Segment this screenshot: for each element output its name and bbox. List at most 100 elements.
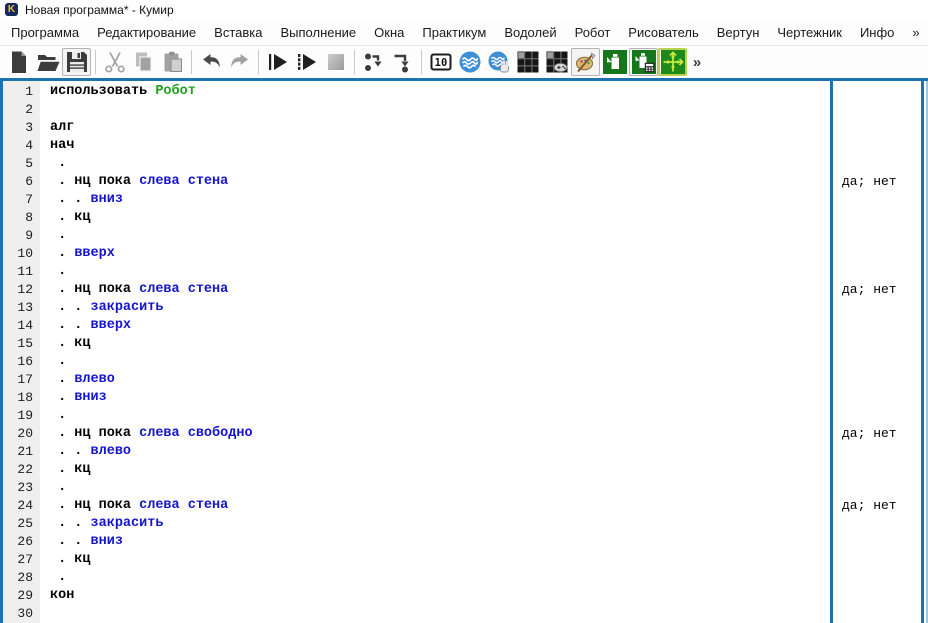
margin-column: да; нет да; нет да; нет да; нет <box>833 81 921 623</box>
menu-item-vstavka[interactable]: Вставка <box>205 21 271 44</box>
margin-line-empty <box>833 137 921 155</box>
margin-line-empty <box>833 515 921 533</box>
toolbar-toolbar-more-icon[interactable]: » <box>687 48 707 76</box>
code-line[interactable]: . . вверх <box>40 317 830 335</box>
toolbar-undo-icon[interactable] <box>196 48 225 76</box>
code-line[interactable]: . нц пока слева стена <box>40 497 830 515</box>
margin-marker: да; нет <box>842 174 897 189</box>
toolbar-new-file-icon[interactable] <box>4 48 33 76</box>
menu-item-vypolnenie[interactable]: Выполнение <box>271 21 365 44</box>
code-token-kw: . <box>50 570 67 585</box>
code-token-act: Робот <box>155 84 196 99</box>
line-number: 9 <box>25 228 33 243</box>
toolbar-run-icon[interactable] <box>263 48 292 76</box>
code-token-kw: . <box>50 156 67 171</box>
toolbar-step-over-icon[interactable] <box>359 48 388 76</box>
menu-item-chertezhnik[interactable]: Чертежник <box>768 21 851 44</box>
code-line[interactable]: . вниз <box>40 389 830 407</box>
line-number: 8 <box>25 210 33 225</box>
toolbar-counter-display-icon[interactable]: 10 <box>426 48 455 76</box>
menu-item-more[interactable]: » <box>903 21 928 44</box>
toolbar-redo-icon <box>225 48 254 76</box>
menu-item-okna[interactable]: Окна <box>365 21 413 44</box>
menu-item-praktikum[interactable]: Практикум <box>413 21 495 44</box>
code-line[interactable]: . кц <box>40 461 830 479</box>
code-area[interactable]: использовать Робот алг нач . . нц пока сле… <box>40 81 830 623</box>
code-token-kw: . <box>50 246 75 261</box>
code-line[interactable]: . <box>40 263 830 281</box>
margin-line-empty <box>833 245 921 263</box>
code-line[interactable]: кон <box>40 587 830 605</box>
margin-line-empty <box>833 191 921 209</box>
code-line[interactable]: . . вниз <box>40 533 830 551</box>
code-line[interactable]: . . закрасить <box>40 299 830 317</box>
code-line[interactable]: . <box>40 227 830 245</box>
window-edge <box>924 81 928 623</box>
title-bar: K Новая программа* - Кумир <box>0 0 928 19</box>
code-line[interactable]: . <box>40 155 830 173</box>
toolbar-separator <box>421 50 422 74</box>
code-line[interactable] <box>40 605 830 623</box>
toolbar-robot-control-icon[interactable] <box>542 48 571 76</box>
code-line[interactable]: . вверх <box>40 245 830 263</box>
line-number: 7 <box>25 192 33 207</box>
line-number: 19 <box>17 408 33 423</box>
margin-line-empty <box>833 389 921 407</box>
code-token-kw: . <box>50 228 67 243</box>
menu-item-vodoley[interactable]: Водолей <box>495 21 565 44</box>
code-line[interactable]: . <box>40 479 830 497</box>
code-line[interactable]: использовать Робот <box>40 83 830 101</box>
menu-item-redaktirovanie[interactable]: Редактирование <box>88 21 205 44</box>
menu-item-robot[interactable]: Робот <box>566 21 620 44</box>
line-number: 26 <box>17 534 33 549</box>
line-number: 2 <box>25 102 33 117</box>
toolbar-vertun-icon[interactable] <box>600 48 629 76</box>
code-line[interactable]: . нц пока слева свободно <box>40 425 830 443</box>
code-line[interactable]: . . закрасить <box>40 515 830 533</box>
kumir-window: K Новая программа* - Кумир Программа Реда… <box>0 0 928 623</box>
code-token-kw: . . <box>50 300 91 315</box>
toolbar-step-into-icon[interactable] <box>388 48 417 76</box>
line-number: 13 <box>17 300 33 315</box>
code-line[interactable]: . влево <box>40 371 830 389</box>
code-token-cmd: вниз <box>90 534 123 549</box>
code-line[interactable]: нач <box>40 137 830 155</box>
code-line[interactable]: алг <box>40 119 830 137</box>
code-line[interactable] <box>40 101 830 119</box>
toolbar-separator <box>95 50 96 74</box>
code-line[interactable]: . <box>40 407 830 425</box>
code-line[interactable]: . <box>40 353 830 371</box>
code-line[interactable]: . кц <box>40 209 830 227</box>
toolbar-vertun-control-icon[interactable] <box>629 48 658 76</box>
menu-item-info[interactable]: Инфо <box>851 21 903 44</box>
app-icon: K <box>5 3 18 16</box>
code-token-cmd: слева стена <box>139 282 229 297</box>
code-line[interactable]: . кц <box>40 551 830 569</box>
menu-item-vertun[interactable]: Вертун <box>708 21 769 44</box>
toolbar-vodoley-icon[interactable] <box>455 48 484 76</box>
code-line[interactable]: . нц пока слева стена <box>40 173 830 191</box>
margin-line-empty <box>833 407 921 425</box>
code-line[interactable]: . . влево <box>40 443 830 461</box>
toolbar-copy-icon <box>129 48 158 76</box>
menu-item-programma[interactable]: Программа <box>2 21 88 44</box>
line-number: 5 <box>25 156 33 171</box>
code-line[interactable]: . нц пока слева стена <box>40 281 830 299</box>
code-line[interactable]: . . вниз <box>40 191 830 209</box>
code-token-kw: . <box>50 408 67 423</box>
code-line[interactable]: . кц <box>40 335 830 353</box>
line-number: 11 <box>17 264 33 279</box>
margin-line-empty <box>833 605 921 623</box>
toolbar-risovatel-icon[interactable] <box>571 48 600 76</box>
line-number: 6 <box>25 174 33 189</box>
toolbar-robot-field-icon[interactable] <box>513 48 542 76</box>
toolbar-run-steps-icon[interactable] <box>292 48 321 76</box>
margin-line-empty <box>833 83 921 101</box>
toolbar-chertezhnik-icon[interactable] <box>658 48 687 76</box>
code-line[interactable]: . <box>40 569 830 587</box>
menu-item-risovatel[interactable]: Рисователь <box>619 21 707 44</box>
toolbar-vodoley-control-icon[interactable] <box>484 48 513 76</box>
toolbar-save-file-icon[interactable] <box>62 48 91 76</box>
code-token-kw: . . <box>50 534 91 549</box>
toolbar-open-file-icon[interactable] <box>33 48 62 76</box>
